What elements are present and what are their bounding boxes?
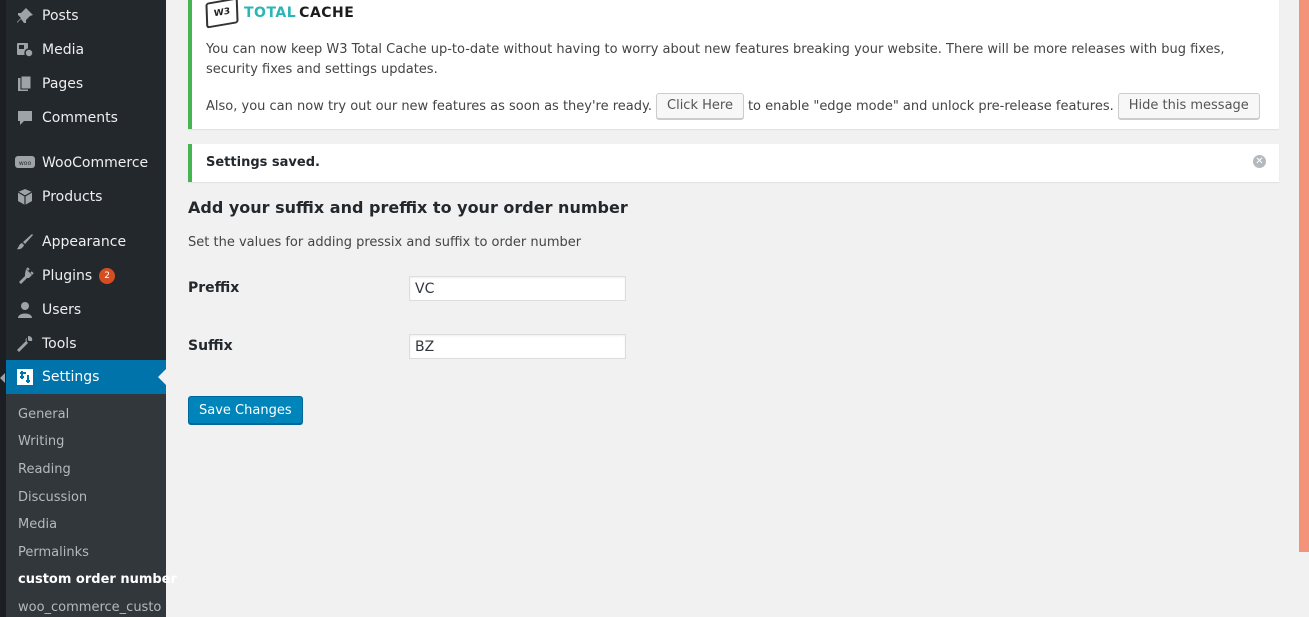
- submenu-item-woo-commerce-custom[interactable]: woo_commerce_custo: [18, 600, 161, 615]
- suffix-input[interactable]: [409, 334, 626, 359]
- media-icon: [15, 40, 35, 60]
- submenu-item-general[interactable]: General: [18, 407, 69, 422]
- update-count-badge: 2: [99, 268, 116, 284]
- prefix-input[interactable]: [409, 276, 626, 301]
- sidebar-item-pages[interactable]: Pages: [6, 67, 166, 101]
- page-title: Add your suffix and preffix to your orde…: [188, 198, 628, 217]
- current-indicator-arrow: [158, 369, 166, 385]
- w3-notice-edge-mode-line: Also, you can now try out our new featur…: [206, 92, 1264, 120]
- settings-submenu: General Writing Reading Discussion Media…: [6, 394, 177, 617]
- sidebar-item-settings[interactable]: Settings: [6, 360, 166, 394]
- scrollbar-thumb[interactable]: [1299, 0, 1309, 552]
- sidebar-item-label: Plugins: [42, 268, 93, 284]
- sidebar-item-posts[interactable]: Posts: [6, 0, 166, 33]
- users-icon: [15, 300, 35, 320]
- sidebar-item-label: WooCommerce: [42, 155, 149, 171]
- dismiss-notice-icon[interactable]: ✕: [1253, 155, 1266, 168]
- scrollbar-track[interactable]: [1299, 552, 1309, 617]
- logo-cache-text: CACHE: [299, 5, 355, 21]
- collapse-arrow-icon: [0, 373, 5, 383]
- hide-message-button[interactable]: Hide this message: [1117, 93, 1260, 119]
- w3-total-cache-logo: W3 TOTAL CACHE: [205, 0, 355, 29]
- sidebar-item-users[interactable]: Users: [6, 293, 166, 327]
- pages-icon: [15, 74, 35, 94]
- settings-icon: [15, 367, 35, 387]
- sidebar-item-label: Appearance: [42, 234, 127, 250]
- plug-icon: [15, 266, 35, 286]
- sidebar-item-comments[interactable]: Comments: [6, 101, 166, 135]
- w3-logo-box: W3: [205, 0, 239, 29]
- submenu-item-media[interactable]: Media: [18, 517, 57, 532]
- sidebar-item-label: Tools: [42, 336, 77, 352]
- sidebar-item-label: Settings: [42, 369, 100, 385]
- sidebar-item-label: Media: [42, 42, 85, 58]
- save-changes-button[interactable]: Save Changes: [188, 396, 303, 424]
- submenu-item-writing[interactable]: Writing: [18, 434, 64, 449]
- pin-icon: [15, 6, 35, 26]
- sidebar-item-label: Comments: [42, 110, 118, 126]
- sidebar-item-products[interactable]: Products: [6, 180, 166, 214]
- w3-total-cache-notice: W3 TOTAL CACHE You can now keep W3 Total…: [188, 0, 1279, 129]
- edge-mode-text-before: Also, you can now try out our new featur…: [206, 98, 652, 114]
- sidebar-item-label: Posts: [42, 8, 79, 24]
- wrench-icon: [15, 334, 35, 354]
- click-here-button[interactable]: Click Here: [656, 93, 744, 119]
- sidebar-item-label: Products: [42, 189, 103, 205]
- sidebar-item-media[interactable]: Media: [6, 33, 166, 67]
- submenu-item-custom-order-number[interactable]: custom order number: [18, 572, 177, 587]
- svg-text:woo: woo: [19, 160, 32, 167]
- edge-mode-text-after: to enable "edge mode" and unlock pre-rel…: [747, 98, 1114, 114]
- w3-notice-message: You can now keep W3 Total Cache up-to-da…: [206, 42, 1225, 77]
- sidebar-item-plugins[interactable]: Plugins 2: [6, 259, 166, 293]
- logo-total-text: TOTAL: [244, 5, 297, 21]
- submenu-item-discussion[interactable]: Discussion: [18, 490, 87, 505]
- settings-saved-text: Settings saved.: [206, 155, 320, 170]
- woo-icon: woo: [15, 153, 35, 173]
- comment-icon: [15, 108, 35, 128]
- submenu-item-reading[interactable]: Reading: [18, 462, 71, 477]
- settings-saved-notice: Settings saved. ✕: [188, 144, 1279, 182]
- sidebar-item-woocommerce[interactable]: woo WooCommerce: [6, 146, 166, 180]
- sidebar-item-tools[interactable]: Tools: [6, 327, 166, 361]
- sidebar-item-label: Pages: [42, 76, 84, 92]
- submenu-item-permalinks[interactable]: Permalinks: [18, 545, 89, 560]
- page-description: Set the values for adding pressix and su…: [188, 235, 582, 250]
- prefix-label: Preffix: [188, 280, 240, 296]
- sidebar-item-appearance[interactable]: Appearance: [6, 225, 166, 259]
- suffix-label: Suffix: [188, 338, 233, 354]
- sidebar-item-label: Users: [42, 302, 82, 318]
- brush-icon: [15, 232, 35, 252]
- products-icon: [15, 187, 35, 207]
